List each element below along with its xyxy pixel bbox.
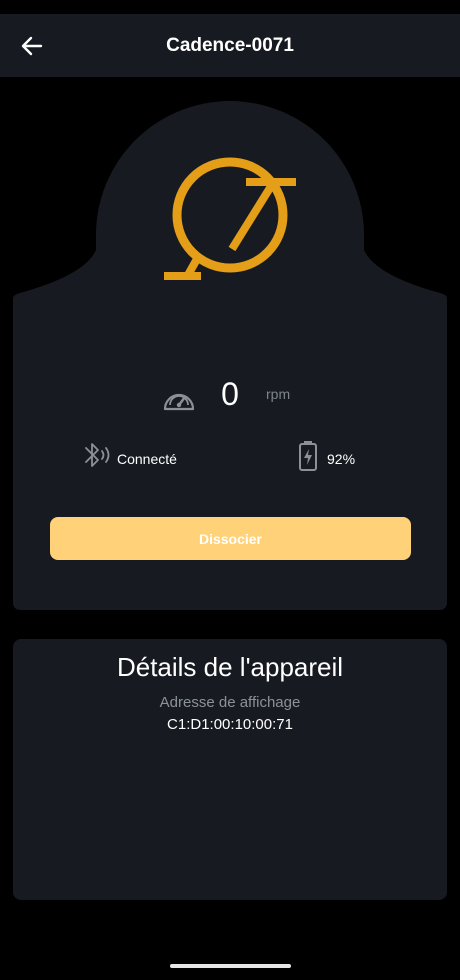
speed-readout: 0 rpm bbox=[0, 372, 460, 422]
bluetooth-icon bbox=[85, 443, 110, 467]
battery-charging-icon bbox=[299, 441, 317, 471]
rpm-unit: rpm bbox=[266, 386, 291, 402]
status-bar bbox=[0, 0, 460, 14]
back-button[interactable] bbox=[14, 30, 50, 62]
connection-status-row: Connecté 92% bbox=[0, 438, 460, 478]
device-card: 0 rpm Connecté 92% Dissocier bbox=[0, 100, 460, 615]
dissociate-button[interactable]: Dissocier bbox=[50, 517, 411, 560]
device-details-card: Détails de l'appareil Adresse de afficha… bbox=[13, 639, 447, 900]
address-value: C1:D1:00:10:00:71 bbox=[167, 716, 293, 733]
connection-status-label: Connecté bbox=[117, 451, 177, 467]
address-label: Adresse de affichage bbox=[159, 694, 301, 711]
speedometer-icon bbox=[163, 393, 195, 411]
details-title: Détails de l'appareil bbox=[116, 652, 344, 682]
cadence-sensor-logo bbox=[164, 157, 296, 280]
page-title: Cadence-0071 bbox=[166, 35, 294, 56]
battery-level-label: 92% bbox=[327, 451, 356, 467]
home-indicator[interactable] bbox=[170, 964, 291, 968]
device-screen: Cadence-0071 0 rpm Connecté 92% Dissocie… bbox=[0, 0, 460, 980]
arrow-left-icon bbox=[21, 36, 43, 56]
app-bar: Cadence-0071 bbox=[0, 14, 460, 77]
rpm-value: 0 bbox=[221, 376, 239, 412]
